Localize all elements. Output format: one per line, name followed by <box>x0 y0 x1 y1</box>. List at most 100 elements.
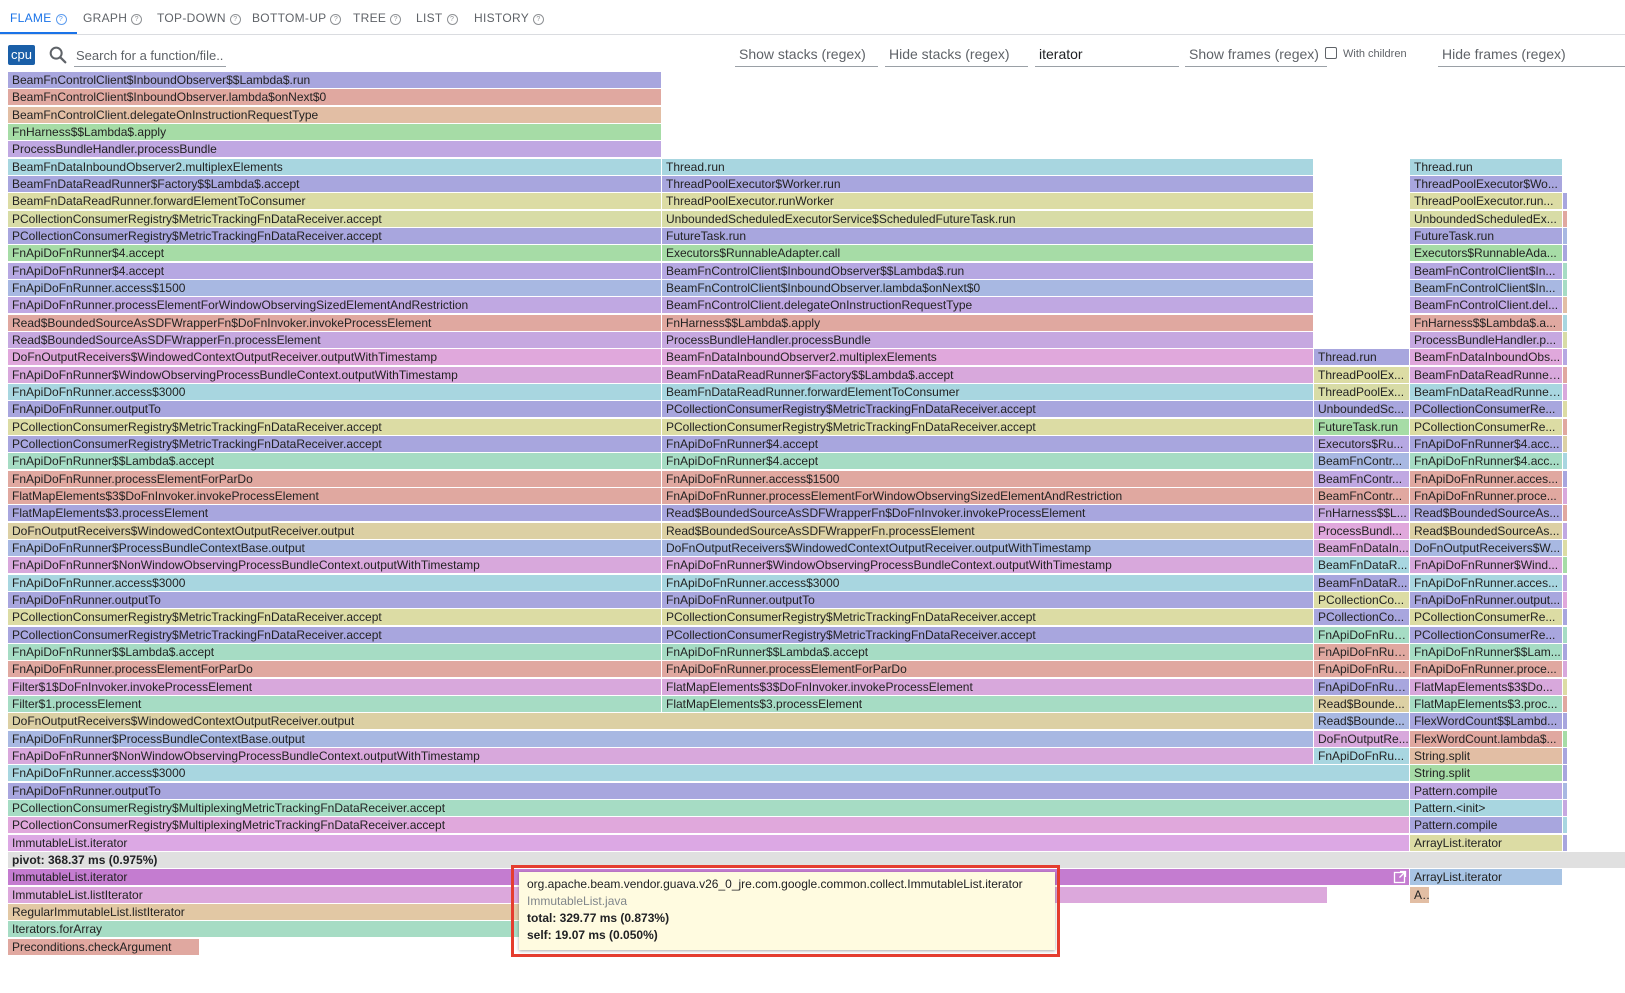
flame-frame[interactable]: FnHarness$$Lambda$.apply <box>8 123 662 140</box>
flame-frame[interactable]: FnApiDoFnRunner.outputTo <box>8 782 1410 799</box>
flame-frame-sliver[interactable] <box>1563 366 1568 383</box>
flame-frame[interactable]: FnApiDoFnRu... <box>1314 747 1410 764</box>
flame-frame[interactable]: FnApiDoFnRunner.acces... <box>1410 574 1563 591</box>
profile-type-badge[interactable]: cpu <box>8 45 35 65</box>
flame-frame[interactable]: BeamFnDataReadRunner.forwardElementToCon… <box>662 383 1314 400</box>
flame-frame[interactable]: Filter$1.processElement <box>8 695 662 712</box>
flame-frame[interactable]: BeamFnDataReadRunner.forwardElementToCon… <box>8 193 662 210</box>
flame-frame[interactable]: BeamFnControlClient$In... <box>1410 279 1563 296</box>
flame-frame[interactable]: DoFnOutputReceivers$WindowedContextOutpu… <box>8 349 662 366</box>
flame-frame[interactable]: PCollectionConsumerRe... <box>1410 609 1563 626</box>
flame-frame-sliver[interactable] <box>1563 591 1568 608</box>
flame-frame[interactable]: FnApiDoFnRun... <box>1314 643 1410 660</box>
flame-frame[interactable]: ArrayList.iterator <box>1410 834 1563 851</box>
flame-frame-sliver[interactable] <box>1563 678 1568 695</box>
flame-frame[interactable]: FnApiDoFnRunner.access$1500 <box>8 279 662 296</box>
flame-frame[interactable]: BeamFnDataReadRunner... <box>1410 366 1563 383</box>
flame-frame[interactable]: FnHarness$$L... <box>1314 505 1410 522</box>
flame-frame[interactable]: Pattern.<init> <box>1410 799 1563 816</box>
flame-frame[interactable]: Read$Bounde... <box>1314 713 1410 730</box>
flame-frame[interactable]: Thread.run <box>1410 158 1563 175</box>
flame-frame[interactable]: String.split <box>1410 747 1563 764</box>
flame-frame[interactable]: Thread.run <box>1314 349 1410 366</box>
flame-frame[interactable]: PCollectionConsumerRegistry$MetricTracki… <box>662 418 1314 435</box>
open-in-new-icon[interactable] <box>1393 870 1407 884</box>
help-circle-icon[interactable]: ? <box>533 14 545 25</box>
flame-frame[interactable]: FnApiDoFnRunner.proce... <box>1410 661 1563 678</box>
flame-frame-sliver[interactable] <box>1563 349 1568 366</box>
flame-frame[interactable]: FnApiDoFnRunner.access$3000 <box>8 574 662 591</box>
flame-frame[interactable]: UnboundedScheduledEx... <box>1410 210 1563 227</box>
flame-frame-sliver[interactable] <box>1563 643 1568 660</box>
flame-frame-sliver[interactable] <box>1563 227 1568 244</box>
flame-frame[interactable]: ArrayList.iterator <box>1410 869 1563 886</box>
flame-frame[interactable]: FlexWordCount.lambda$... <box>1410 730 1563 747</box>
flame-frame[interactable]: FlatMapElements$3.proc... <box>1410 695 1563 712</box>
flame-frame[interactable]: PCollectionConsumerRegistry$Multiplexing… <box>8 799 1410 816</box>
flame-frame-sliver[interactable] <box>1563 193 1568 210</box>
tab-bottom-up[interactable]: BOTTOM-UP? <box>252 0 342 34</box>
flame-frame-sliver[interactable] <box>1563 470 1568 487</box>
with-children-checkbox[interactable] <box>1325 47 1337 59</box>
flame-frame[interactable]: FnApiDoFnRunner$NonWindowObservingProces… <box>8 557 662 574</box>
flame-frame[interactable]: FlatMapElements$3$DoFnInvoker.invokeProc… <box>662 678 1314 695</box>
flame-frame[interactable]: Read$BoundedSourceAsSDFWrapperFn.process… <box>8 331 662 348</box>
flame-frame[interactable]: FnApiDoFnRunner.access$3000 <box>8 765 1410 782</box>
flame-frame[interactable]: BeamFnDataR... <box>1314 557 1410 574</box>
search-input[interactable] <box>74 44 226 67</box>
flame-frame[interactable]: BeamFnControlClient$InboundObserver$$Lam… <box>8 72 662 88</box>
help-circle-icon[interactable]: ? <box>446 14 458 25</box>
flame-frame[interactable]: FnApiDoFnRunner.processElementForWindowO… <box>662 487 1314 504</box>
flame-frame[interactable]: PCollectionCo... <box>1314 609 1410 626</box>
flame-frame[interactable]: FnApiDoFnRunner.processElementForParDo <box>662 661 1314 678</box>
hide-stacks-input[interactable] <box>885 42 1028 67</box>
flame-frame[interactable]: PCollectionConsumerRegistry$MetricTracki… <box>8 626 662 643</box>
flame-frame[interactable]: Executors$RunnableAda... <box>1410 245 1563 262</box>
flame-frame[interactable]: FnApiDoFnRunner$4.accept <box>8 245 662 262</box>
tab-list[interactable]: LIST? <box>416 0 458 34</box>
flame-frame-sliver[interactable] <box>1563 262 1568 279</box>
hide-stacks-value[interactable] <box>1035 42 1179 67</box>
flame-frame[interactable]: FnApiDoFnRun... <box>1314 661 1410 678</box>
flame-frame[interactable]: FnHarness$$Lambda$.a... <box>1410 314 1563 331</box>
flame-frame[interactable]: FnApiDoFnRunner.access$1500 <box>662 470 1314 487</box>
flame-frame[interactable]: Read$BoundedSourceAs... <box>1410 522 1563 539</box>
flame-frame[interactable]: BeamFnControlClient$InboundObserver.lamb… <box>662 279 1314 296</box>
flame-frame[interactable]: PCollectionConsumerRegistry$MetricTracki… <box>8 435 662 452</box>
flame-frame[interactable]: FlexWordCount$$Lambd... <box>1410 713 1563 730</box>
tab-tree[interactable]: TREE? <box>353 0 402 34</box>
help-circle-icon[interactable]: ? <box>330 14 342 25</box>
flame-frame-sliver[interactable] <box>1563 539 1568 556</box>
flame-frame-sliver[interactable] <box>1563 383 1568 400</box>
flame-frame[interactable]: BeamFnContr... <box>1314 470 1410 487</box>
help-circle-icon[interactable]: ? <box>131 14 143 25</box>
flame-frame[interactable]: BeamFnControlClient.delegateOnInstructio… <box>662 297 1314 314</box>
flame-frame[interactable]: ThreadPoolExecutor.run... <box>1410 193 1563 210</box>
flame-frame[interactable]: Filter$1$DoFnInvoker.invokeProcessElemen… <box>8 678 662 695</box>
flame-frame[interactable]: FnApiDoFnRunner.outputTo <box>8 401 662 418</box>
flame-frame[interactable]: PCollectionConsumerRe... <box>1410 418 1563 435</box>
help-circle-icon[interactable]: ? <box>390 14 402 25</box>
flame-frame[interactable]: DoFnOutputReceivers$WindowedContextOutpu… <box>8 522 662 539</box>
flame-frame-sliver[interactable] <box>1563 557 1568 574</box>
flame-frame[interactable]: FnApiDoFnRunner.output... <box>1410 591 1563 608</box>
flame-frame[interactable]: FnApiDoFnRunner$4.acc... <box>1410 435 1563 452</box>
flame-frame[interactable]: BeamFnDataReadRunner... <box>1410 383 1563 400</box>
flame-frame[interactable]: PCollectionConsumerRegistry$MetricTracki… <box>8 609 662 626</box>
flame-frame[interactable]: FnApiDoFnRunner.access$3000 <box>8 383 662 400</box>
flame-frame[interactable]: BeamFnDataInboundObserver2.multiplexElem… <box>662 349 1314 366</box>
flame-frame[interactable]: PCollectionConsumerRe... <box>1410 401 1563 418</box>
flame-frame[interactable]: ThreadPoolExecutor$Wo... <box>1410 175 1563 192</box>
flame-frame[interactable]: UnboundedSc... <box>1314 401 1410 418</box>
flame-frame[interactable]: FnApiDoFnRunner$$Lambda$.accept <box>662 643 1314 660</box>
flame-frame-sliver[interactable] <box>1563 279 1568 296</box>
flame-frame-sliver[interactable] <box>1563 210 1568 227</box>
with-children-toggle[interactable]: With children <box>1325 46 1407 62</box>
flame-frame[interactable]: A... <box>1410 886 1430 903</box>
flame-frame-sliver[interactable] <box>1563 834 1568 851</box>
flame-frame[interactable]: PCollectionConsumerRegistry$MetricTracki… <box>662 609 1314 626</box>
flame-frame[interactable]: FnApiDoFnRunner.proce... <box>1410 487 1563 504</box>
flame-frame[interactable]: BeamFnDataInboundObs... <box>1410 349 1563 366</box>
help-circle-icon[interactable]: ? <box>229 14 241 25</box>
flame-frame-sliver[interactable] <box>1563 487 1568 504</box>
